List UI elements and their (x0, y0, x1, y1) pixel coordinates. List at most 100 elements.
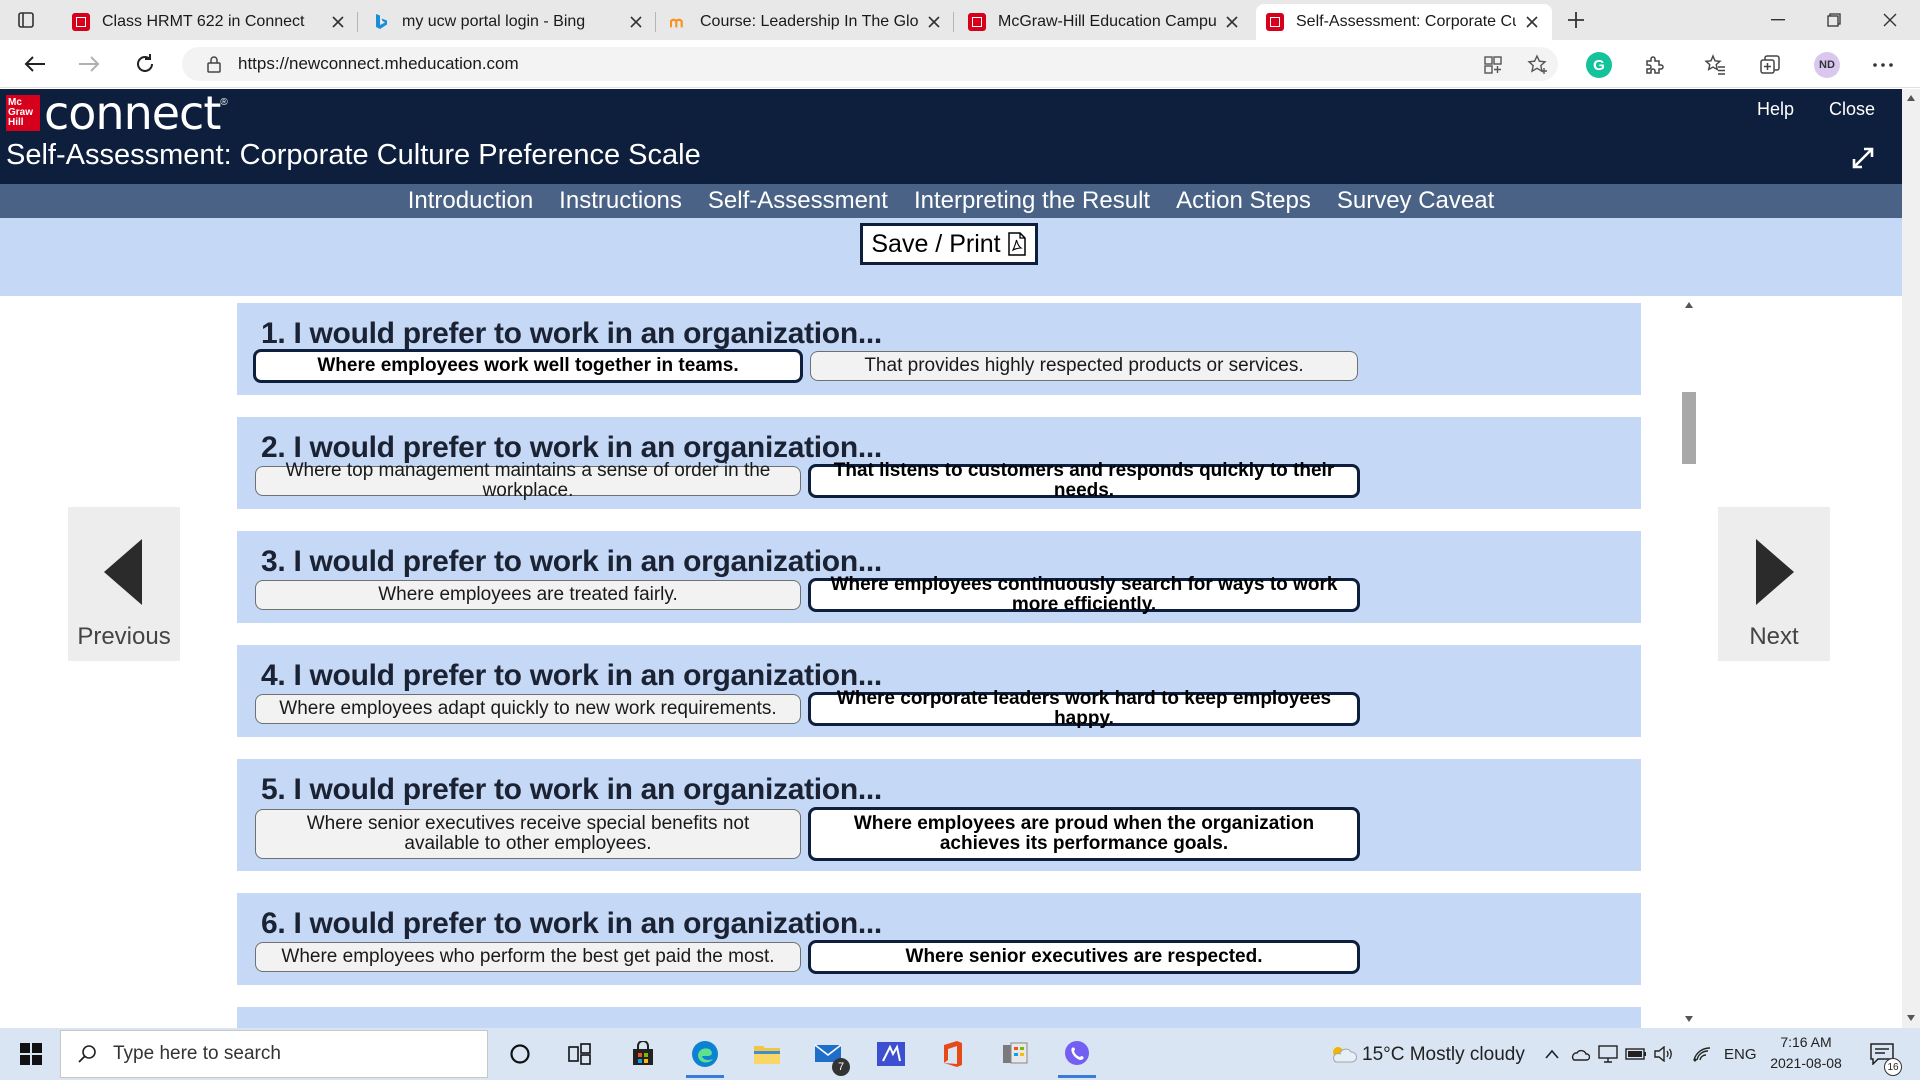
expand-fullscreen-icon[interactable] (1850, 145, 1876, 171)
browser-tab-4[interactable]: McGraw-Hill Education Campus (958, 4, 1252, 40)
question-title: 1. I would prefer to work in an organiza… (261, 317, 882, 350)
page-scroll-up-icon[interactable] (1907, 95, 1915, 101)
content-scrollbar[interactable] (1680, 298, 1698, 1028)
option-a-selected[interactable]: Where employees work well together in te… (253, 349, 803, 383)
question-title: 3. I would prefer to work in an organiza… (261, 545, 882, 578)
option-a[interactable]: Where top management maintains a sense o… (255, 461, 801, 501)
add-favorite-icon[interactable] (1525, 52, 1551, 78)
network-connect-icon[interactable] (1596, 1034, 1620, 1074)
tab-close-icon[interactable] (1522, 12, 1542, 32)
option-b-selected[interactable]: Where senior executives are respected. (808, 940, 1360, 974)
taskbar-search-input[interactable]: Type here to search (60, 1030, 488, 1078)
page-scroll-down-icon[interactable] (1907, 1015, 1915, 1021)
question-title: 6. I would prefer to work in an organiza… (261, 907, 882, 940)
address-bar[interactable]: https://newconnect.mheducation.com (182, 47, 1558, 81)
question-3: 3. I would prefer to work in an organiza… (237, 531, 1641, 623)
office-icon[interactable] (928, 1034, 978, 1074)
scrollbar-thumb[interactable] (1682, 392, 1696, 464)
nav-action-steps[interactable]: Action Steps (1176, 187, 1311, 215)
mail-badge: 7 (832, 1058, 850, 1076)
app-writer-icon[interactable] (866, 1034, 916, 1074)
mail-icon[interactable]: 7 (804, 1034, 854, 1076)
weather-icon[interactable] (1318, 1034, 1368, 1074)
battery-icon[interactable] (1624, 1034, 1648, 1074)
option-b[interactable]: That provides highly respected products … (810, 351, 1358, 381)
wifi-icon[interactable] (1690, 1034, 1714, 1074)
weather-text[interactable]: 15°C Mostly cloudy (1362, 1044, 1525, 1066)
bing-icon (372, 13, 390, 31)
grammarly-icon[interactable]: G (1586, 52, 1612, 78)
option-a[interactable]: Where employees who perform the best get… (255, 942, 801, 972)
option-a[interactable]: Where senior executives receive special … (255, 809, 801, 859)
option-a[interactable]: Where employees adapt quickly to new wor… (255, 694, 801, 724)
browser-tab-5-active[interactable]: Self-Assessment: Corporate Cultu (1256, 4, 1552, 40)
more-options-icon[interactable] (1870, 52, 1896, 78)
scroll-up-icon[interactable] (1685, 302, 1693, 308)
tab-close-icon[interactable] (328, 12, 348, 32)
new-tab-icon[interactable] (1562, 8, 1590, 32)
option-b-selected[interactable]: Where employees continuously search for … (808, 575, 1360, 615)
option-b-selected[interactable]: Where employees are proud when the organ… (808, 807, 1360, 861)
close-link[interactable]: Close (1829, 99, 1875, 120)
nav-self-assessment[interactable]: Self-Assessment (708, 187, 888, 215)
browser-tab-1[interactable]: Class HRMT 622 in Connect (62, 4, 358, 40)
notification-count-badge: 16 (1884, 1058, 1902, 1076)
question-title: 4. I would prefer to work in an organiza… (261, 659, 882, 692)
profile-avatar[interactable]: ND (1814, 52, 1840, 78)
option-a[interactable]: Where employees are treated fairly. (255, 580, 801, 610)
edge-icon[interactable] (680, 1034, 730, 1078)
back-icon[interactable] (20, 50, 50, 78)
connect-wordmark: connect (44, 86, 221, 140)
cortana-icon[interactable] (495, 1034, 545, 1074)
store-icon[interactable] (618, 1034, 668, 1074)
help-link[interactable]: Help (1757, 99, 1794, 120)
favorites-icon[interactable] (1702, 52, 1728, 78)
tab-title: my ucw portal login - Bing (402, 13, 586, 30)
tab-close-icon[interactable] (1222, 12, 1242, 32)
option-b-selected[interactable]: That listens to customers and responds q… (808, 461, 1360, 501)
task-view-icon[interactable] (555, 1034, 605, 1074)
scroll-down-icon[interactable] (1685, 1016, 1693, 1022)
window-close-icon[interactable] (1860, 0, 1920, 40)
nav-interpreting-the-result[interactable]: Interpreting the Result (914, 187, 1150, 215)
browser-tab-3[interactable]: Course: Leadership In The Global (660, 4, 954, 40)
save-print-button[interactable]: Save / Print (861, 224, 1037, 264)
tab-close-icon[interactable] (626, 12, 646, 32)
option-b-selected[interactable]: Where corporate leaders work hard to kee… (808, 689, 1360, 729)
nav-introduction[interactable]: Introduction (408, 187, 533, 215)
notifications-icon[interactable]: 16 (1862, 1034, 1902, 1076)
calculator-app-icon[interactable] (990, 1034, 1040, 1074)
restore-icon[interactable] (1804, 0, 1864, 40)
show-hidden-icons-icon[interactable] (1540, 1034, 1564, 1074)
moodle-icon (670, 13, 688, 31)
next-button[interactable]: Next (1718, 507, 1830, 661)
nav-survey-caveat[interactable]: Survey Caveat (1337, 187, 1494, 215)
previous-button[interactable]: Previous (68, 507, 180, 661)
next-label: Next (1749, 623, 1799, 650)
tab-title: Course: Leadership In The Global (700, 13, 918, 30)
search-icon (78, 1045, 96, 1063)
tab-close-icon[interactable] (924, 12, 944, 32)
forward-icon[interactable] (74, 50, 104, 78)
viber-icon[interactable] (1052, 1034, 1102, 1078)
nav-instructions[interactable]: Instructions (559, 187, 682, 215)
windows-start-icon[interactable] (8, 1038, 54, 1070)
volume-icon[interactable] (1652, 1034, 1676, 1074)
onedrive-icon[interactable] (1568, 1034, 1592, 1074)
browser-tab-strip: Class HRMT 622 in Connect my ucw portal … (0, 0, 1920, 40)
question-1: 1. I would prefer to work in an organiza… (237, 303, 1641, 395)
tab-actions-icon[interactable] (14, 8, 38, 32)
browser-toolbar: https://newconnect.mheducation.com G ND (0, 40, 1920, 88)
language-indicator[interactable]: ENG (1724, 1046, 1757, 1063)
page-scrollbar[interactable] (1902, 89, 1920, 1028)
file-explorer-icon[interactable] (742, 1034, 792, 1074)
taskbar-clock[interactable]: 7:16 AM 2021-08-08 (1765, 1032, 1847, 1074)
lock-icon[interactable] (196, 55, 232, 73)
search-placeholder: Type here to search (113, 1043, 281, 1064)
extensions-icon[interactable] (1641, 52, 1667, 78)
refresh-icon[interactable] (130, 50, 160, 78)
browser-tab-2[interactable]: my ucw portal login - Bing (362, 4, 656, 40)
collections-icon[interactable] (1757, 52, 1783, 78)
minimize-icon[interactable] (1748, 0, 1808, 40)
app-available-icon[interactable] (1480, 52, 1506, 78)
